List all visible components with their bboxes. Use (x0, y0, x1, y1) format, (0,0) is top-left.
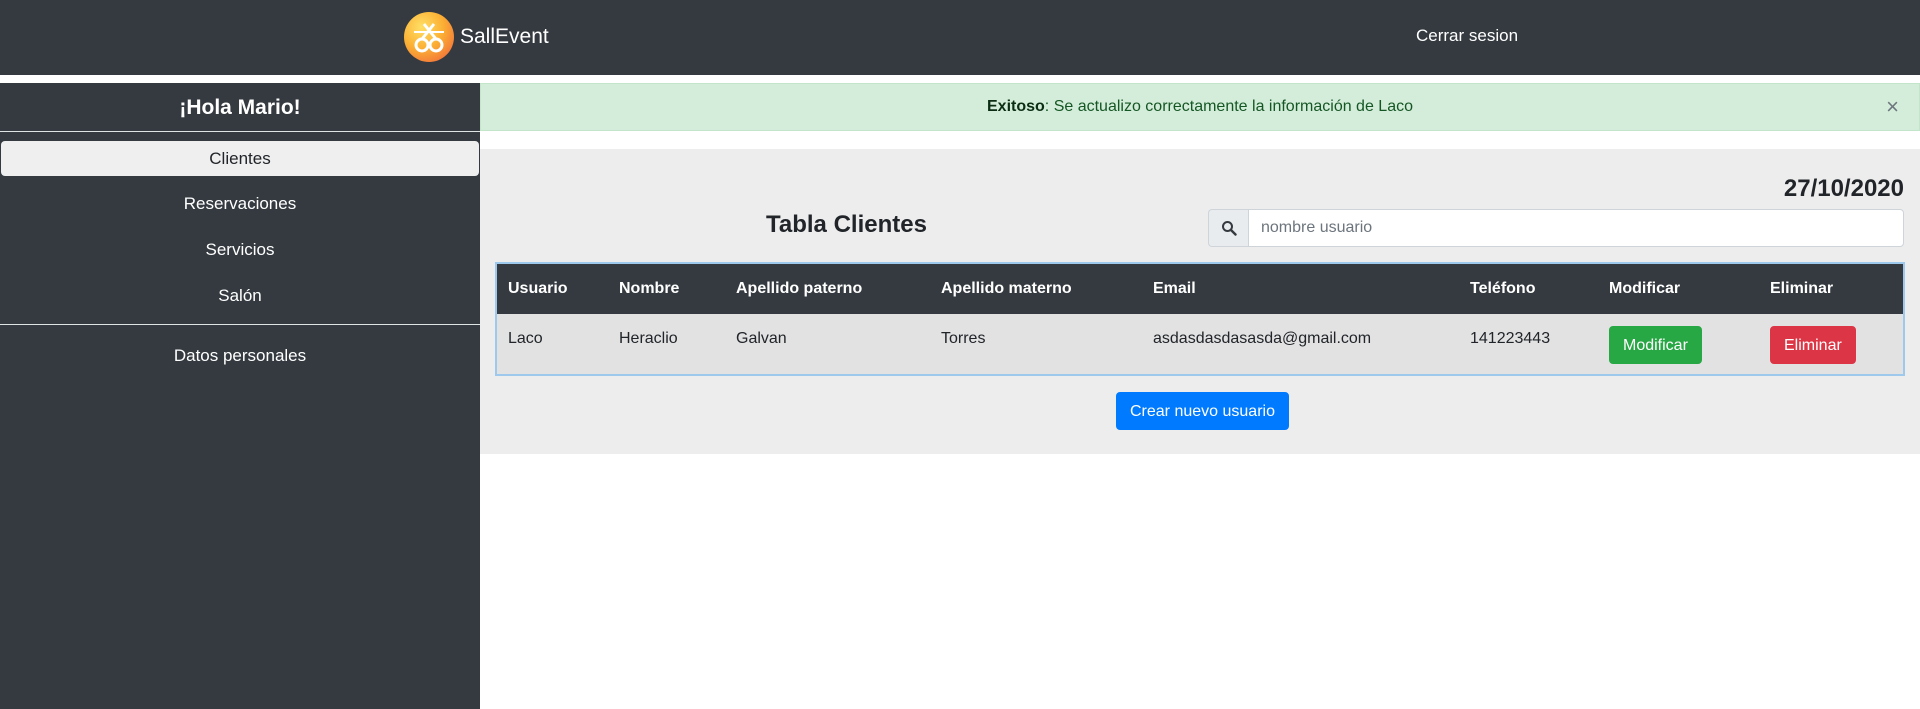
column-header: Nombre (619, 280, 680, 297)
delete-button[interactable]: Eliminar (1770, 326, 1856, 364)
alert-strong: Exitoso (987, 98, 1045, 115)
success-alert: Exitoso: Se actualizo correctamente la i… (480, 83, 1920, 131)
cell-apellido-materno: Torres (941, 330, 986, 347)
main-panel: 27/10/2020 Tabla Clientes Usuario Nombre… (480, 149, 1920, 454)
close-icon[interactable]: × (1886, 84, 1899, 130)
search-icon (1208, 209, 1248, 247)
search-group (1208, 209, 1904, 247)
column-header: Teléfono (1470, 280, 1536, 297)
column-header: Email (1153, 280, 1196, 297)
modify-button[interactable]: Modificar (1609, 326, 1702, 364)
alert-message: : Se actualizo correctamente la informac… (1044, 98, 1413, 115)
clients-table: Usuario Nombre Apellido paterno Apellido… (495, 262, 1905, 376)
sidebar-item-reservaciones[interactable]: Reservaciones (0, 186, 480, 222)
cell-usuario: Laco (508, 330, 543, 347)
table-header: Usuario Nombre Apellido paterno Apellido… (497, 264, 1903, 314)
brand-name: SallEvent (460, 25, 549, 48)
sidebar-item-datos-personales[interactable]: Datos personales (0, 338, 480, 374)
column-header: Modificar (1609, 280, 1681, 297)
sidebar-item-clientes[interactable]: Clientes (1, 141, 479, 176)
cell-nombre: Heraclio (619, 330, 678, 347)
create-user-button[interactable]: Crear nuevo usuario (1116, 392, 1289, 430)
logout-link[interactable]: Cerrar sesion (1416, 26, 1518, 46)
current-date: 27/10/2020 (1783, 175, 1904, 202)
logo-icon (404, 12, 454, 62)
top-navbar: SallEvent Cerrar sesion (0, 0, 1920, 75)
cell-telefono: 141223443 (1470, 330, 1551, 347)
brand[interactable]: SallEvent (404, 12, 549, 62)
column-header: Eliminar (1770, 280, 1834, 297)
table-row: Laco Heraclio Galvan Torres asdasdasdasa… (497, 314, 1903, 374)
sidebar-item-servicios[interactable]: Servicios (0, 232, 480, 268)
sidebar-greeting: ¡Hola Mario! (179, 96, 301, 119)
search-input[interactable] (1248, 209, 1904, 247)
cell-apellido-paterno: Galvan (736, 330, 787, 347)
column-header: Apellido paterno (736, 280, 863, 297)
sidebar-item-salon[interactable]: Salón (0, 278, 480, 314)
cell-email: asdasdasdasasda@gmail.com (1153, 330, 1372, 347)
page-title: Tabla Clientes (766, 211, 927, 238)
column-header: Apellido materno (941, 280, 1072, 297)
sidebar-divider (0, 324, 480, 325)
sidebar: ¡Hola Mario! Clientes Reservaciones Serv… (0, 83, 480, 709)
sidebar-divider (0, 131, 480, 132)
column-header: Usuario (508, 280, 568, 297)
